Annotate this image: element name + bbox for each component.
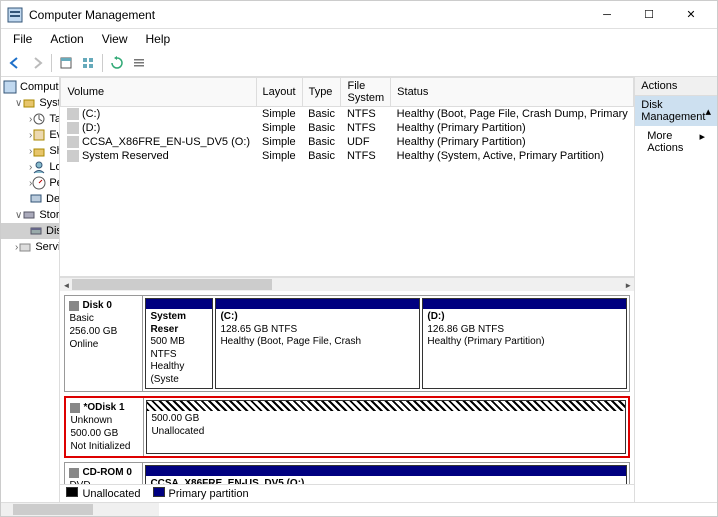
maximize-button[interactable]: ☐: [629, 3, 669, 27]
tree-system-tools[interactable]: ∨System Tools: [1, 95, 59, 111]
tree-shared-folders[interactable]: ›Shared Folders: [1, 143, 59, 159]
list-button[interactable]: [129, 53, 149, 73]
table-row[interactable]: (D:)SimpleBasicNTFSHealthy (Primary Part…: [61, 121, 634, 135]
actions-more[interactable]: More Actions ▸: [635, 126, 717, 158]
chevron-right-icon: ▸: [699, 130, 705, 154]
up-button[interactable]: [56, 53, 76, 73]
tree-device-manager[interactable]: Device Manager: [1, 191, 59, 207]
app-icon: [7, 7, 23, 23]
navigation-tree[interactable]: Computer Management (Local) ∨System Tool…: [1, 77, 60, 502]
menu-file[interactable]: File: [5, 30, 40, 48]
col-layout[interactable]: Layout: [256, 78, 302, 107]
tree-performance[interactable]: ›Performance: [1, 175, 59, 191]
window-title: Computer Management: [29, 8, 587, 22]
menu-bar: File Action View Help: [1, 29, 717, 49]
partition[interactable]: System Reser500 MB NTFSHealthy (Syste: [145, 298, 213, 389]
partition[interactable]: CCSA_X86FRE_EN-US_DV5 (O:)3.01 GB UDFHea…: [145, 465, 627, 484]
menu-view[interactable]: View: [94, 30, 136, 48]
disk-row[interactable]: Disk 0Basic256.00 GBOnlineSystem Reser50…: [64, 295, 630, 392]
partition[interactable]: 500.00 GBUnallocated: [146, 400, 626, 454]
actions-header: Actions: [635, 77, 717, 96]
disk-row[interactable]: *ODisk 1Unknown500.00 GBNot Initialized5…: [64, 396, 630, 458]
tree-services[interactable]: ›Services and Applications: [1, 239, 59, 255]
col-volume[interactable]: Volume: [61, 78, 256, 107]
partition[interactable]: (C:)128.65 GB NTFSHealthy (Boot, Page Fi…: [215, 298, 420, 389]
views-button[interactable]: [78, 53, 98, 73]
close-button[interactable]: ✕: [671, 3, 711, 27]
toolbar: [1, 49, 717, 77]
col-fs[interactable]: File System: [341, 78, 391, 107]
tree-root[interactable]: Computer Management (Local): [1, 79, 59, 95]
volume-hscroll[interactable]: ◄►: [60, 277, 634, 291]
back-button[interactable]: [5, 53, 25, 73]
table-row[interactable]: CCSA_X86FRE_EN-US_DV5 (O:)SimpleBasicUDF…: [61, 135, 634, 149]
table-row[interactable]: (C:)SimpleBasicNTFSHealthy (Boot, Page F…: [61, 107, 634, 122]
tree-disk-management[interactable]: Disk Management: [1, 223, 59, 239]
actions-section[interactable]: Disk Management ▴: [635, 96, 717, 126]
tree-local-users[interactable]: ›Local Users and Groups: [1, 159, 59, 175]
menu-help[interactable]: Help: [138, 30, 179, 48]
collapse-icon: ▴: [705, 105, 711, 118]
legend: Unallocated Primary partition: [60, 484, 634, 502]
menu-action[interactable]: Action: [42, 30, 91, 48]
tree-event-viewer[interactable]: ›Event Viewer: [1, 127, 59, 143]
tree-task-scheduler[interactable]: ›Task Scheduler: [1, 111, 59, 127]
tree-hscroll[interactable]: [1, 502, 717, 516]
tree-storage[interactable]: ∨Storage: [1, 207, 59, 223]
disk-diagram[interactable]: Disk 0Basic256.00 GBOnlineSystem Reser50…: [60, 291, 634, 484]
disk-row[interactable]: CD-ROM 0DVD3.01 GBOnlineCCSA_X86FRE_EN-U…: [64, 462, 630, 484]
col-type[interactable]: Type: [302, 78, 341, 107]
refresh-button[interactable]: [107, 53, 127, 73]
actions-pane: Actions Disk Management ▴ More Actions ▸: [635, 77, 717, 502]
minimize-button[interactable]: ─: [587, 3, 627, 27]
volume-list[interactable]: Volume Layout Type File System Status (C…: [60, 77, 634, 277]
forward-button[interactable]: [27, 53, 47, 73]
col-status[interactable]: Status: [391, 78, 634, 107]
partition[interactable]: (D:)126.86 GB NTFSHealthy (Primary Parti…: [422, 298, 627, 389]
table-row[interactable]: System ReservedSimpleBasicNTFSHealthy (S…: [61, 149, 634, 163]
